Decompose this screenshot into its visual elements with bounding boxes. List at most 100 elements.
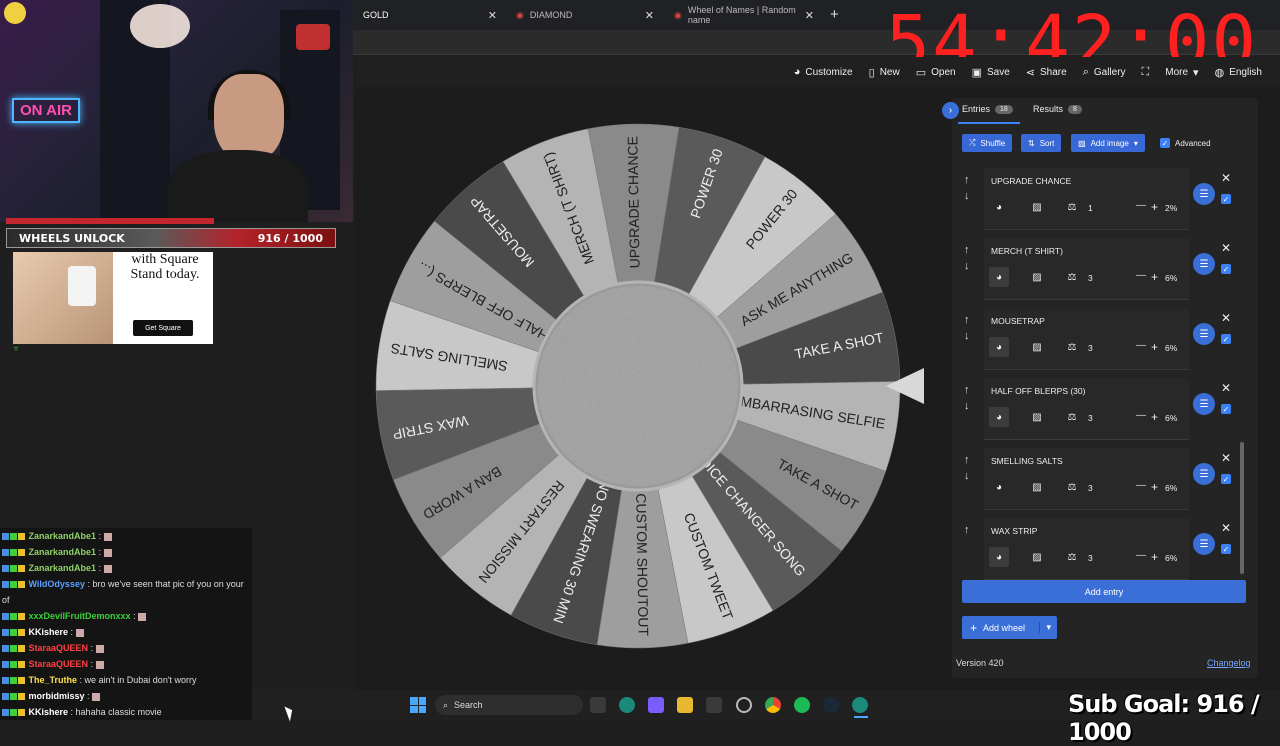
image-icon[interactable]: ▨: [1027, 407, 1047, 427]
tab-results[interactable]: Results 8: [1033, 104, 1082, 114]
close-tab-icon[interactable]: ✕: [488, 9, 497, 22]
get-square-button[interactable]: Get Square: [133, 320, 193, 336]
entry-weight[interactable]: 3: [1088, 273, 1093, 283]
move-up-icon[interactable]: ↑: [964, 384, 970, 396]
fullscreen-button[interactable]: ⛶: [1142, 66, 1150, 79]
increase-weight-button[interactable]: +: [1151, 410, 1158, 424]
entry-weight[interactable]: 3: [1088, 413, 1093, 423]
increase-weight-button[interactable]: +: [1151, 270, 1158, 284]
move-up-icon[interactable]: ↑: [964, 174, 970, 186]
decrease-weight-button[interactable]: —: [1136, 480, 1146, 491]
tab-gold[interactable]: GOLD ✕: [355, 4, 505, 26]
move-up-icon[interactable]: ↑: [964, 314, 970, 326]
close-tab-icon[interactable]: ✕: [805, 9, 814, 22]
add-entry-button[interactable]: Add entry: [962, 580, 1246, 603]
edge-active-icon[interactable]: [852, 697, 868, 713]
entry-settings-icon[interactable]: ☰: [1193, 393, 1215, 415]
entry-weight[interactable]: 3: [1088, 343, 1093, 353]
image-icon[interactable]: ▨: [1027, 197, 1047, 217]
remove-entry-icon[interactable]: ✕: [1221, 241, 1231, 255]
entry-weight[interactable]: 1: [1088, 203, 1093, 213]
decrease-weight-button[interactable]: —: [1136, 550, 1146, 561]
image-icon[interactable]: ▨: [1027, 477, 1047, 497]
remove-entry-icon[interactable]: ✕: [1221, 381, 1231, 395]
chat-username[interactable]: xxxDevilFruitDemonxxx: [29, 611, 131, 621]
palette-icon[interactable]: ◕: [989, 197, 1009, 217]
increase-weight-button[interactable]: +: [1151, 200, 1158, 214]
entry-enabled-checkbox[interactable]: ✓: [1221, 544, 1231, 554]
increase-weight-button[interactable]: +: [1151, 340, 1158, 354]
new-tab-icon[interactable]: +: [830, 6, 839, 23]
entry-settings-icon[interactable]: ☰: [1193, 183, 1215, 205]
chat-username[interactable]: morbidmissy: [29, 691, 85, 701]
chat-username[interactable]: KKishere: [29, 627, 69, 637]
file-explorer-icon[interactable]: [677, 697, 693, 713]
decrease-weight-button[interactable]: —: [1136, 340, 1146, 351]
language-button[interactable]: ◍ English: [1215, 66, 1262, 79]
entry-weight[interactable]: 3: [1088, 553, 1093, 563]
close-tab-icon[interactable]: ✕: [645, 9, 654, 22]
tab-entries[interactable]: Entries 18: [962, 104, 1013, 114]
palette-icon[interactable]: ◕: [989, 337, 1009, 357]
increase-weight-button[interactable]: +: [1151, 480, 1158, 494]
entry-enabled-checkbox[interactable]: ✓: [1221, 334, 1231, 344]
entry-settings-icon[interactable]: ☰: [1193, 253, 1215, 275]
advanced-checkbox[interactable]: ✓ Advanced: [1160, 138, 1211, 148]
entry-name[interactable]: SMELLING SALTS: [991, 456, 1063, 466]
palette-icon[interactable]: ◕: [989, 477, 1009, 497]
chrome-icon[interactable]: [765, 697, 781, 713]
image-icon[interactable]: ▨: [1027, 547, 1047, 567]
entry-weight[interactable]: 3: [1088, 483, 1093, 493]
palette-icon[interactable]: ◕: [989, 267, 1009, 287]
windows-start-icon[interactable]: [410, 697, 426, 713]
entry-enabled-checkbox[interactable]: ✓: [1221, 194, 1231, 204]
save-button[interactable]: ▣ Save: [972, 66, 1010, 79]
spotify-icon[interactable]: [794, 697, 810, 713]
image-icon[interactable]: ▨: [1027, 267, 1047, 287]
taskbar-search[interactable]: ⌕ Search: [435, 695, 583, 715]
chat-username[interactable]: ZanarkandAbe1: [29, 547, 97, 557]
edge-icon[interactable]: [619, 697, 635, 713]
ad-choices-icon[interactable]: ▿: [14, 344, 18, 353]
chat-username[interactable]: The_Truthe: [29, 675, 78, 685]
add-wheel-button[interactable]: + Add wheel ▾: [962, 616, 1057, 639]
move-down-icon[interactable]: ↓: [964, 470, 970, 482]
chat-username[interactable]: ZanarkandAbe1: [29, 563, 97, 573]
entries-scrollbar[interactable]: [1240, 442, 1244, 574]
steam-icon[interactable]: [823, 697, 839, 713]
chat-username[interactable]: KKishere: [29, 707, 69, 717]
chevron-down-icon[interactable]: ▾: [1039, 622, 1057, 633]
image-icon[interactable]: ▨: [1027, 337, 1047, 357]
wheel-svg[interactable]: UPGRADE CHANCE POWER 30 POWER 30ASK ME ANY…: [374, 122, 902, 650]
task-view-icon[interactable]: [590, 697, 606, 713]
move-down-icon[interactable]: ↓: [964, 400, 970, 412]
store-icon[interactable]: [706, 697, 722, 713]
entry-settings-icon[interactable]: ☰: [1193, 463, 1215, 485]
remove-entry-icon[interactable]: ✕: [1221, 311, 1231, 325]
tab-wheel-of-names[interactable]: ◉ Wheel of Names | Random name ✕: [666, 4, 822, 26]
remove-entry-icon[interactable]: ✕: [1221, 171, 1231, 185]
sort-button[interactable]: ⇅ Sort: [1021, 134, 1062, 152]
move-down-icon[interactable]: ↓: [964, 330, 970, 342]
remove-entry-icon[interactable]: ✕: [1221, 451, 1231, 465]
chat-username[interactable]: StaraaQUEEN: [29, 643, 89, 653]
decrease-weight-button[interactable]: —: [1136, 270, 1146, 281]
changelog-link[interactable]: Changelog: [1207, 658, 1251, 668]
open-button[interactable]: ▭ Open: [916, 66, 956, 79]
move-up-icon[interactable]: ↑: [964, 454, 970, 466]
entry-settings-icon[interactable]: ☰: [1193, 533, 1215, 555]
move-down-icon[interactable]: ↓: [964, 260, 970, 272]
copilot-icon[interactable]: [648, 697, 664, 713]
share-button[interactable]: ⋖ Share: [1026, 66, 1067, 79]
increase-weight-button[interactable]: +: [1151, 550, 1158, 564]
palette-icon[interactable]: ◕: [989, 407, 1009, 427]
entry-settings-icon[interactable]: ☰: [1193, 323, 1215, 345]
entry-enabled-checkbox[interactable]: ✓: [1221, 264, 1231, 274]
chat-username[interactable]: StaraaQUEEN: [29, 659, 89, 669]
entry-enabled-checkbox[interactable]: ✓: [1221, 474, 1231, 484]
settings-icon[interactable]: [736, 697, 752, 713]
add-image-button[interactable]: ▨ Add image ▾: [1071, 134, 1145, 152]
new-button[interactable]: ▯ New: [869, 66, 900, 79]
entry-name[interactable]: MERCH (T SHIRT): [991, 246, 1063, 256]
tab-diamond[interactable]: ◉ DIAMOND ✕: [508, 4, 662, 26]
